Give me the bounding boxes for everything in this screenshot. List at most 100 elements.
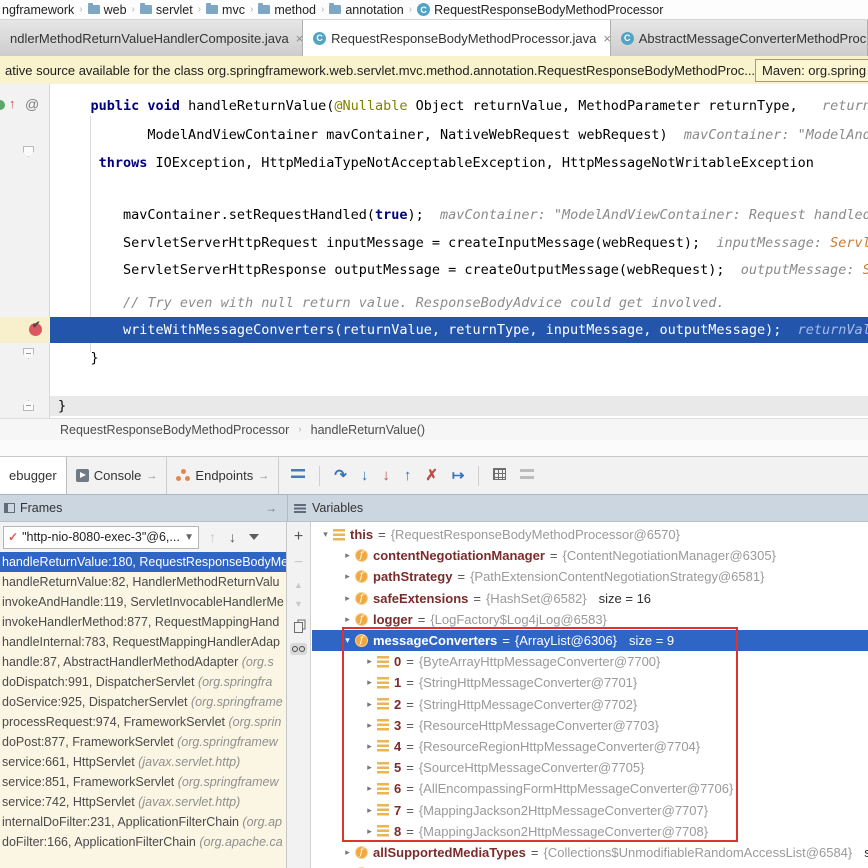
breadcrumb-label: annotation: [345, 3, 403, 17]
drop-frame-icon[interactable]: ✗: [425, 468, 438, 483]
chevron-collapsed-icon[interactable]: ▸: [362, 677, 377, 688]
file-tab[interactable]: ndlerMethodReturnValueHandlerComposite.j…: [0, 20, 303, 56]
frame-row[interactable]: doDispatch:991, DispatcherServlet (org.s…: [0, 672, 286, 692]
breadcrumb-item[interactable]: method: [258, 3, 316, 17]
value-icon: [377, 762, 389, 774]
frame-row[interactable]: handle:87, AbstractHandlerMethodAdapter …: [0, 652, 286, 672]
chevron-collapsed-icon[interactable]: ▸: [362, 826, 377, 837]
debugger-tab-endpoints[interactable]: Endpoints→: [167, 457, 279, 494]
variable-row[interactable]: ▸fpathStrategy={PathExtensionContentNego…: [312, 566, 868, 587]
frames-pin-icon[interactable]: →: [265, 501, 277, 515]
breadcrumb-item[interactable]: mvc: [206, 3, 245, 17]
step-into-icon[interactable]: ↓: [361, 468, 369, 483]
breadcrumb-item[interactable]: servlet: [140, 3, 193, 17]
close-icon[interactable]: ×: [603, 31, 610, 46]
chevron-collapsed-icon[interactable]: ▸: [340, 571, 355, 582]
variable-row[interactable]: ▸flogger={LogFactory$Log4jLog@6583}: [312, 609, 868, 630]
frame-row[interactable]: service:661, HttpServlet (javax.servlet.…: [0, 752, 286, 772]
close-icon[interactable]: ×: [296, 31, 303, 46]
chevron-expanded-icon[interactable]: ▾: [318, 529, 333, 540]
file-tab[interactable]: CAbstractMessageConverterMethodProc: [611, 20, 868, 56]
frame-row[interactable]: service:742, HttpServlet (javax.servlet.…: [0, 792, 286, 812]
variables-menu-icon[interactable]: [294, 504, 306, 513]
variable-row[interactable]: ▸6={AllEncompassingFormHttpMessageConver…: [312, 778, 868, 799]
chevron-collapsed-icon[interactable]: ▸: [362, 699, 377, 710]
variable-row[interactable]: ▸8={MappingJackson2HttpMessageConverter@…: [312, 821, 868, 842]
watches-icon[interactable]: [290, 643, 307, 655]
variables-panel-title: Variables: [312, 501, 363, 515]
chevron-collapsed-icon[interactable]: ▸: [362, 762, 377, 773]
debugger-tab-ebugger[interactable]: ebugger: [0, 457, 67, 494]
maven-library-button[interactable]: Maven: org.spring: [755, 59, 868, 82]
remove-icon[interactable]: −: [294, 555, 303, 571]
chevron-collapsed-icon[interactable]: ▸: [340, 593, 355, 604]
force-step-into-icon[interactable]: ↓: [382, 468, 390, 483]
step-out-icon[interactable]: ↑: [404, 468, 412, 483]
frame-row[interactable]: doPost:877, FrameworkServlet (org.spring…: [0, 732, 286, 752]
frame-row[interactable]: invokeAndHandle:119, ServletInvocableHan…: [0, 592, 286, 612]
chevron-collapsed-icon[interactable]: ▸: [362, 720, 377, 731]
frame-row[interactable]: internalDoFilter:231, ApplicationFilterC…: [0, 812, 286, 832]
file-tab[interactable]: CRequestResponseBodyMethodProcessor.java…: [303, 20, 611, 56]
chevron-collapsed-icon[interactable]: ▸: [362, 656, 377, 667]
menu-icon[interactable]: [291, 468, 305, 483]
frame-row[interactable]: invokeHandlerMethod:877, RequestMappingH…: [0, 612, 286, 632]
variable-row[interactable]: ▸5={SourceHttpMessageConverter@7705}: [312, 757, 868, 778]
chevron-expanded-icon[interactable]: ▾: [340, 635, 355, 646]
frame-row[interactable]: doFilter:166, ApplicationFilterChain (or…: [0, 832, 286, 852]
editor-breadcrumb-item[interactable]: RequestResponseBodyMethodProcessor: [60, 423, 289, 437]
implement-marker-icon: [0, 100, 5, 110]
move-up-icon[interactable]: ▲: [294, 581, 303, 590]
debugger-tab-console[interactable]: Console→: [67, 457, 168, 494]
frame-up-icon[interactable]: ↑: [209, 530, 216, 544]
variable-row[interactable]: ▸1={StringHttpMessageConverter@7701}: [312, 672, 868, 693]
frame-row[interactable]: handleInternal:783, RequestMappingHandle…: [0, 632, 286, 652]
frame-row[interactable]: handleReturnValue:180, RequestResponseBo…: [0, 552, 286, 572]
breadcrumb-item[interactable]: CRequestResponseBodyMethodProcessor: [417, 3, 663, 17]
fold-marker-icon[interactable]: [23, 348, 34, 359]
variable-row[interactable]: ▸3={ResourceHttpMessageConverter@7703}: [312, 715, 868, 736]
fold-marker-icon[interactable]: [23, 400, 34, 411]
thread-selector[interactable]: ✓ "http-nio-8080-exec-3"@6,... ▼: [3, 526, 199, 549]
frame-row[interactable]: processRequest:974, FrameworkServlet (or…: [0, 712, 286, 732]
filter-icon[interactable]: [249, 534, 259, 540]
variable-row[interactable]: ▸2={StringHttpMessageConverter@7702}: [312, 694, 868, 715]
variable-row[interactable]: ▸0={ByteArrayHttpMessageConverter@7700}: [312, 651, 868, 672]
variable-row[interactable]: ▾fmessageConverters={ArrayList@6306}size…: [312, 630, 868, 651]
step-over-icon[interactable]: ↷: [334, 468, 347, 483]
variable-row[interactable]: ▸fcontentNegotiationManager={ContentNego…: [312, 545, 868, 566]
add-icon[interactable]: +: [294, 529, 303, 545]
editor-breadcrumb-item[interactable]: handleReturnValue(): [311, 423, 425, 437]
variable-row[interactable]: ▾this={RequestResponseBodyMethodProcesso…: [312, 524, 868, 545]
chevron-collapsed-icon[interactable]: ▸: [362, 741, 377, 752]
toolbar-separator: [478, 466, 479, 486]
variable-size: size = 16: [599, 591, 651, 606]
variable-row[interactable]: ▸7={MappingJackson2HttpMessageConverter@…: [312, 799, 868, 820]
frame-row[interactable]: doService:925, DispatcherServlet (org.sp…: [0, 692, 286, 712]
layout-icon[interactable]: [520, 468, 534, 483]
fold-marker-icon[interactable]: [23, 146, 34, 157]
breadcrumb-item[interactable]: ngframework: [2, 3, 74, 17]
breadcrumb-separator-icon: ›: [321, 4, 324, 15]
frame-row[interactable]: handleReturnValue:82, HandlerMethodRetur…: [0, 572, 286, 592]
run-to-cursor-icon[interactable]: ↦: [452, 468, 465, 483]
copy-icon[interactable]: [294, 622, 303, 633]
frame-row[interactable]: service:851, FrameworkServlet (org.sprin…: [0, 772, 286, 792]
variable-row[interactable]: ▸fallSupportedMediaTypes={Collections$Un…: [312, 842, 868, 863]
chevron-collapsed-icon[interactable]: ▸: [362, 783, 377, 794]
frame-down-icon[interactable]: ↓: [229, 530, 236, 544]
chevron-collapsed-icon[interactable]: ▸: [362, 805, 377, 816]
breadcrumb-item[interactable]: web: [88, 3, 127, 17]
chevron-collapsed-icon[interactable]: ▸: [340, 614, 355, 625]
override-marker[interactable]: ↑ @: [0, 97, 50, 113]
variable-value: {RequestResponseBodyMethodProcessor@6570…: [391, 527, 680, 542]
breadcrumb-item[interactable]: annotation: [329, 3, 403, 17]
variable-row[interactable]: ▸4={ResourceRegionHttpMessageConverter@7…: [312, 736, 868, 757]
code-editor[interactable]: ↑ @ ✔ @Overridepublic void handleReturnV…: [0, 84, 868, 418]
variable-row[interactable]: ▸fsafeExtensions={HashSet@6582}size = 16: [312, 588, 868, 609]
move-down-icon[interactable]: ▼: [294, 600, 303, 609]
chevron-collapsed-icon[interactable]: ▸: [340, 550, 355, 561]
chevron-collapsed-icon[interactable]: ▸: [340, 847, 355, 858]
evaluate-icon[interactable]: [493, 468, 506, 483]
variable-row[interactable]: ▸fadvice={RequestResponseBodyAdviceChain…: [312, 863, 868, 868]
